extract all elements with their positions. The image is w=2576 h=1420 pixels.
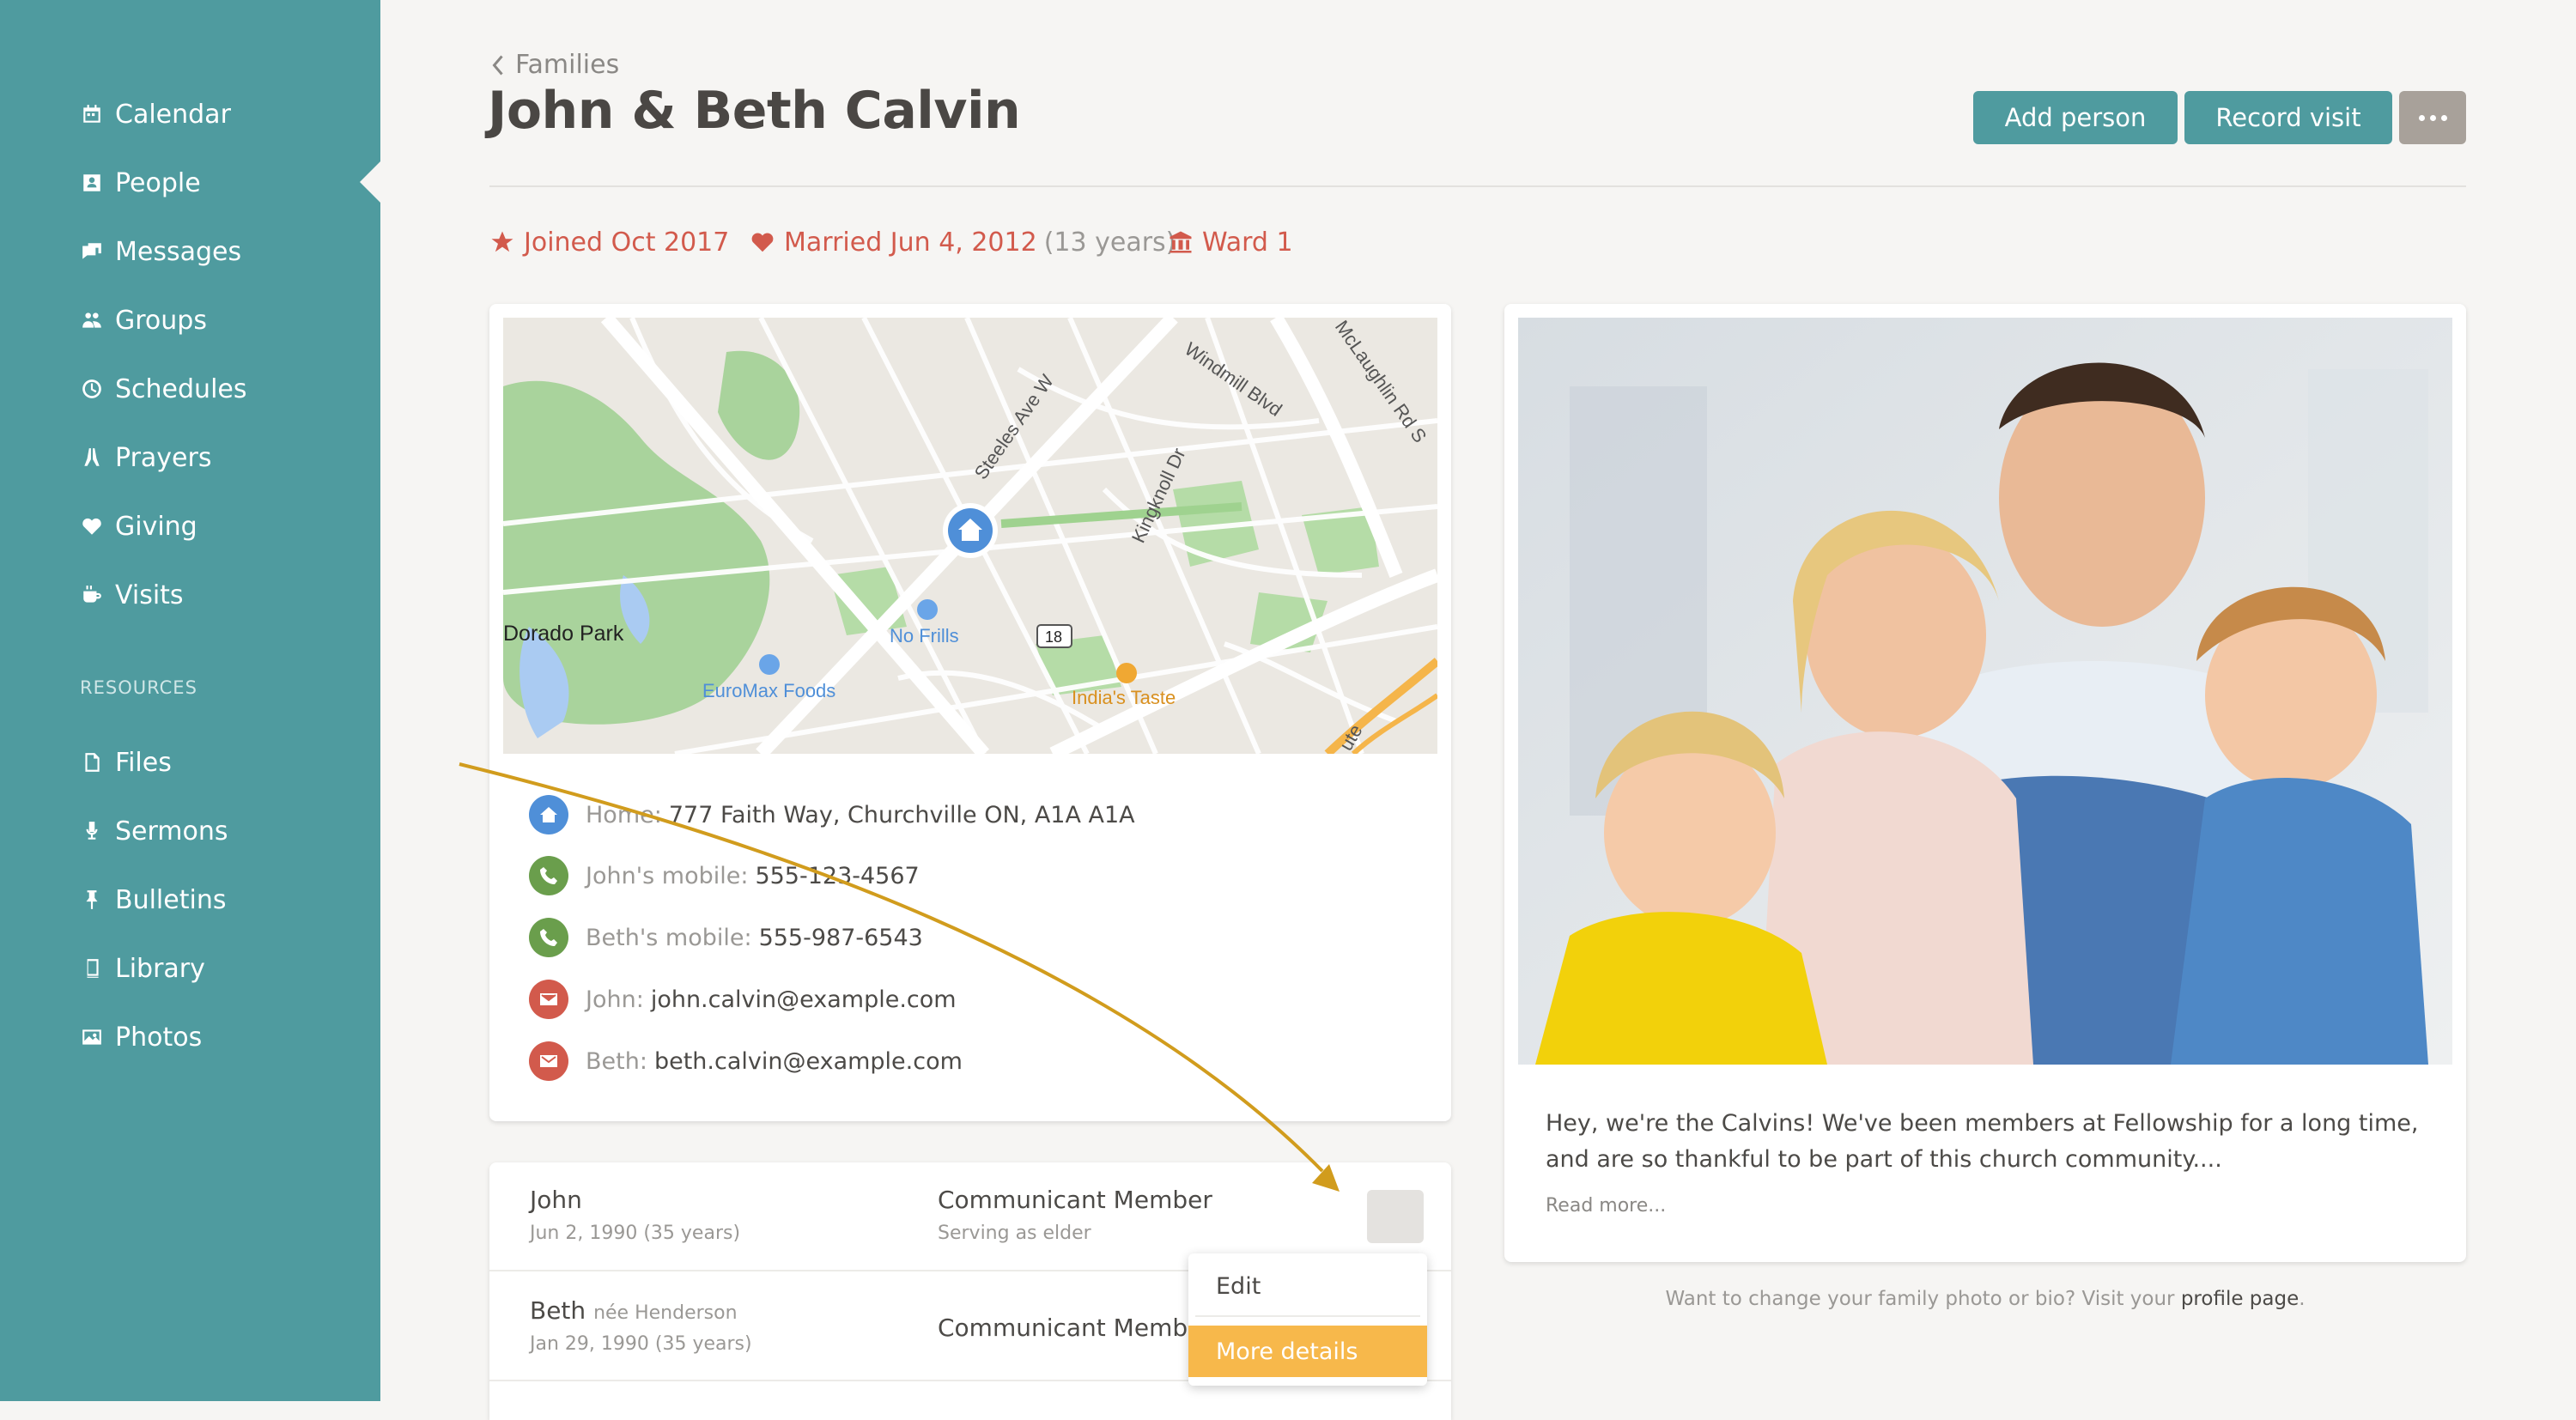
annotation-arrow [459,762,1340,1192]
